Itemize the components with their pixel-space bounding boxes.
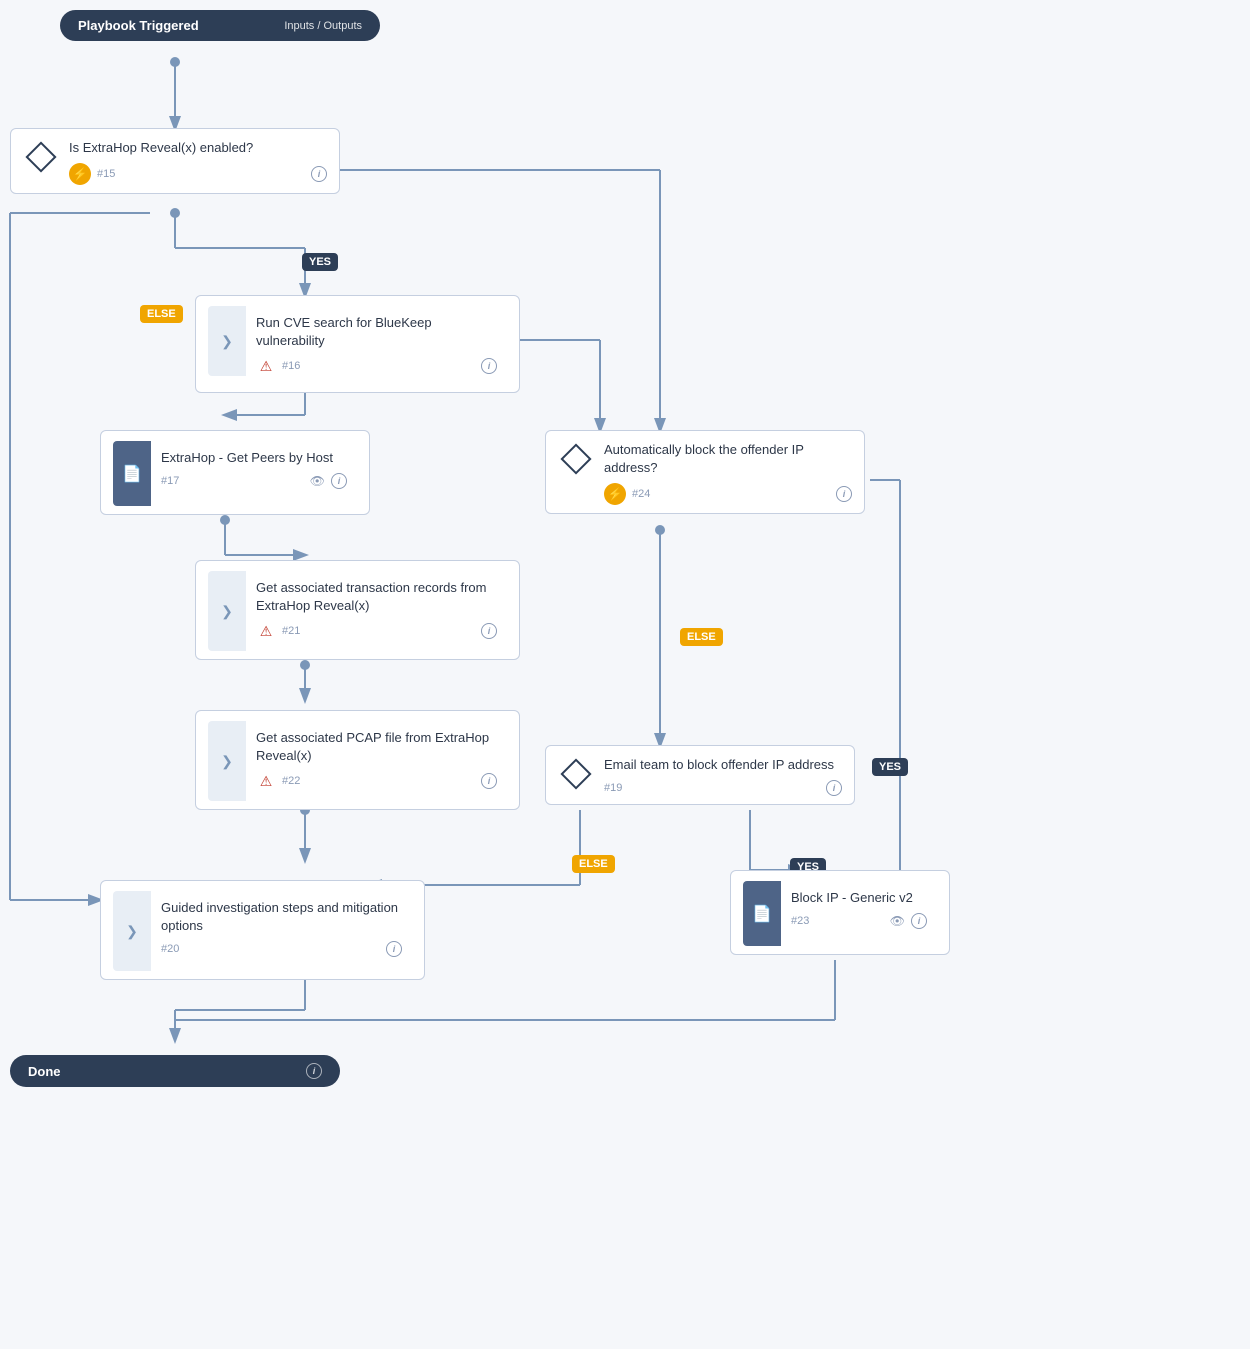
info-icon-21[interactable]: i [481, 623, 497, 639]
info-icon-24[interactable]: i [836, 486, 852, 502]
diamond-icon-24 [558, 441, 594, 477]
info-icon-19[interactable]: i [826, 780, 842, 796]
chevron-icon-21: ❯ [221, 603, 233, 620]
trigger-node[interactable]: Playbook Triggered Inputs / Outputs [60, 10, 380, 41]
else-badge-3: ELSE [572, 855, 615, 873]
node-17-title: ExtraHop - Get Peers by Host [161, 449, 347, 467]
node-15-title: Is ExtraHop Reveal(x) enabled? [69, 139, 327, 157]
chevron-icon-16: ❯ [221, 333, 233, 350]
node-20-icon-strip: ❯ [113, 891, 151, 971]
info-icon-16[interactable]: i [481, 358, 497, 374]
info-icon-done[interactable]: i [306, 1063, 322, 1079]
warn-icon-22: ⚠ [256, 771, 276, 791]
node-20-title: Guided investigation steps and mitigatio… [161, 899, 402, 935]
lightning-icon-24: ⚡ [604, 483, 626, 505]
yes-badge-1: YES [302, 253, 338, 271]
node-23-icon-strip: 📄 [743, 881, 781, 946]
node-16[interactable]: ❯ Run CVE search for BlueKeep vulnerabil… [195, 295, 520, 393]
lightning-icon: ⚡ [69, 163, 91, 185]
node-21-id: #21 [282, 625, 300, 637]
node-24-title: Automatically block the offender IP addr… [604, 441, 852, 477]
warn-icon-16: ⚠ [256, 356, 276, 376]
node-17[interactable]: 📄 ExtraHop - Get Peers by Host #17 👁 i [100, 430, 370, 515]
else-badge-2: ELSE [680, 628, 723, 646]
connector-dot [170, 57, 180, 67]
node-22-icon-strip: ❯ [208, 721, 246, 801]
node-22-id: #22 [282, 775, 300, 787]
warn-icon-21: ⚠ [256, 621, 276, 641]
node-19-id: #19 [604, 782, 622, 794]
node-21[interactable]: ❯ Get associated transaction records fro… [195, 560, 520, 660]
node-16-id: #16 [282, 360, 300, 372]
node-15[interactable]: Is ExtraHop Reveal(x) enabled? ⚡ #15 i [10, 128, 340, 194]
yes-badge-2: YES [872, 758, 908, 776]
node-16-icon-strip: ❯ [208, 306, 246, 376]
node-19-title: Email team to block offender IP address [604, 756, 842, 774]
done-label: Done [28, 1064, 61, 1079]
node-21-title: Get associated transaction records from … [256, 579, 497, 615]
node-20-id: #20 [161, 943, 179, 955]
info-icon-17[interactable]: i [331, 473, 347, 489]
info-icon-20[interactable]: i [386, 941, 402, 957]
info-icon-15[interactable]: i [311, 166, 327, 182]
node-17-icon-strip: 📄 [113, 441, 151, 506]
diamond-icon [23, 139, 59, 175]
node-17-id: #17 [161, 475, 179, 487]
connector-lines [0, 0, 1250, 1349]
node-23[interactable]: 📄 Block IP - Generic v2 #23 👁 i [730, 870, 950, 955]
node-19[interactable]: Email team to block offender IP address … [545, 745, 855, 805]
doc-icon-17: 📄 [122, 464, 142, 484]
node-20[interactable]: ❯ Guided investigation steps and mitigat… [100, 880, 425, 980]
inputs-outputs-label[interactable]: Inputs / Outputs [284, 20, 362, 32]
connector-dot [300, 660, 310, 670]
connector-dot [220, 515, 230, 525]
node-23-id: #23 [791, 915, 809, 927]
else-badge-1: ELSE [140, 305, 183, 323]
node-24[interactable]: Automatically block the offender IP addr… [545, 430, 865, 514]
done-node[interactable]: Done i [10, 1055, 340, 1087]
info-icon-22[interactable]: i [481, 773, 497, 789]
node-24-id: #24 [632, 488, 650, 500]
eye-icon-17[interactable]: 👁 [310, 474, 325, 488]
connector-dot [170, 208, 180, 218]
info-icon-23[interactable]: i [911, 913, 927, 929]
node-22[interactable]: ❯ Get associated PCAP file from ExtraHop… [195, 710, 520, 810]
trigger-label: Playbook Triggered [78, 18, 199, 33]
diamond-icon-19 [558, 756, 594, 792]
node-15-id: #15 [97, 168, 115, 180]
connector-dot [655, 525, 665, 535]
eye-icon-23[interactable]: 👁 [890, 914, 905, 928]
workflow-canvas: Playbook Triggered Inputs / Outputs Is E… [0, 0, 1250, 1349]
node-16-title: Run CVE search for BlueKeep vulnerabilit… [256, 314, 497, 350]
chevron-icon-22: ❯ [221, 753, 233, 770]
node-21-icon-strip: ❯ [208, 571, 246, 651]
chevron-icon-20: ❯ [126, 923, 138, 940]
node-22-title: Get associated PCAP file from ExtraHop R… [256, 729, 497, 765]
doc-icon-23: 📄 [752, 904, 772, 924]
node-23-title: Block IP - Generic v2 [791, 889, 927, 907]
